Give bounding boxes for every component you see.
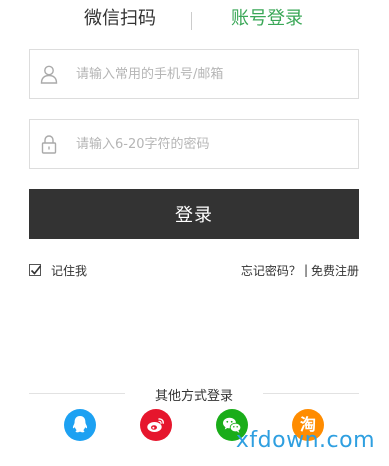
divider-line-right [263,393,359,394]
weibo-login-button[interactable] [140,409,172,441]
user-icon [39,64,59,84]
link-separator: | [303,263,308,277]
remember-me[interactable]: 记住我 [29,261,87,279]
password-input[interactable] [76,120,352,168]
remember-label: 记住我 [51,263,88,278]
forgot-password-link[interactable]: 忘记密码？ [241,262,301,279]
tab-wechat-scan[interactable]: 微信扫码 [84,6,156,32]
register-link[interactable]: 免费注册 [311,262,359,279]
password-field [29,119,359,169]
tab-divider [191,12,192,30]
other-login-divider: 其他方式登录 [29,385,359,404]
other-login-title: 其他方式登录 [154,389,233,404]
weibo-icon [147,418,164,432]
account-input[interactable] [76,50,352,98]
qq-login-button[interactable] [64,409,96,441]
account-links: 忘记密码？ | 免费注册 [241,261,359,279]
tab-account-login[interactable]: 账号登录 [231,6,303,32]
qq-icon [72,416,88,433]
account-field [29,49,359,99]
remember-checkbox[interactable] [29,264,42,276]
checkmark-icon [30,265,42,275]
site-watermark: xfdown.com [235,428,375,453]
login-button[interactable]: 登录 [29,189,359,239]
lock-icon [39,134,59,154]
login-tabs: 微信扫码 账号登录 [0,6,389,36]
